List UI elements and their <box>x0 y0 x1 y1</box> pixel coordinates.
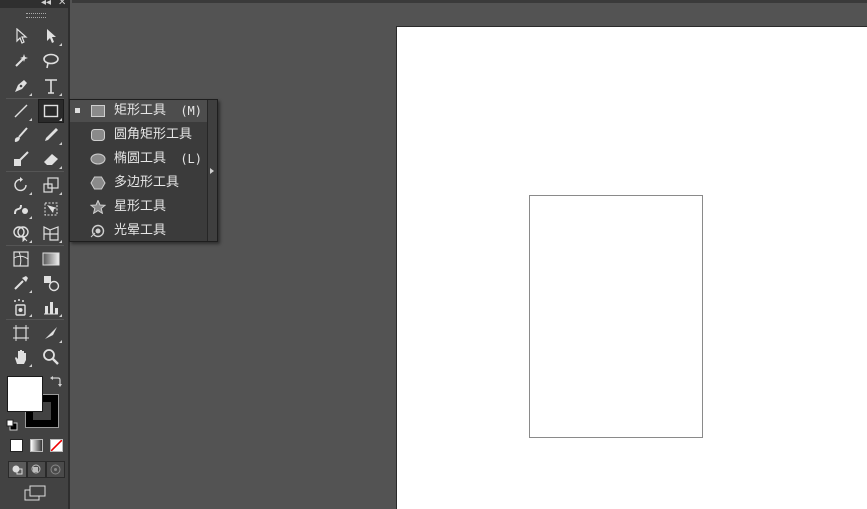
blob-brush-tool-icon[interactable] <box>9 148 33 170</box>
eraser-tool-icon[interactable] <box>39 148 63 170</box>
type-tool-icon[interactable] <box>39 75 63 97</box>
rotate-tool-icon[interactable] <box>9 174 33 196</box>
document-tab-strip <box>72 0 867 3</box>
shape-tools-flyout: 矩形工具 (M) 圆角矩形工具 椭圆工具 (L) 多边形工具 星形工具 光晕工具 <box>69 99 218 242</box>
flyout-tearoff-button[interactable] <box>207 100 217 241</box>
rectangle-shape[interactable] <box>529 195 703 438</box>
ellipse-icon <box>90 153 106 165</box>
mesh-tool-icon[interactable] <box>9 248 33 270</box>
flyout-item-label: 多边形工具 <box>114 175 180 190</box>
polygon-icon <box>90 176 106 190</box>
lasso-tool-icon[interactable] <box>39 50 63 72</box>
flare-icon <box>90 224 105 238</box>
warp-tool-icon[interactable] <box>9 198 33 220</box>
tools-panel-header: ◂◂ ✕ <box>0 0 68 8</box>
swap-fill-stroke-icon[interactable] <box>49 374 63 388</box>
flyout-item-polygon[interactable]: 多边形工具 <box>70 172 208 194</box>
flyout-item-flare[interactable]: 光晕工具 <box>70 220 208 242</box>
flyout-item-label: 椭圆工具 <box>114 151 167 166</box>
perspective-grid-tool-icon[interactable] <box>39 222 63 244</box>
flyout-item-rounded-rectangle[interactable]: 圆角矩形工具 <box>70 124 208 146</box>
flyout-item-shortcut: (M) <box>180 104 202 118</box>
column-graph-tool-icon[interactable] <box>39 296 63 318</box>
flyout-item-label: 光晕工具 <box>114 223 167 238</box>
rounded-rectangle-icon <box>91 129 105 141</box>
gradient-tool-icon[interactable] <box>39 248 63 270</box>
zoom-tool-icon[interactable] <box>39 346 63 368</box>
free-transform-tool-icon[interactable] <box>39 198 63 220</box>
pen-tool-icon[interactable] <box>9 75 33 97</box>
line-segment-tool-icon[interactable] <box>9 100 33 122</box>
flyout-item-rectangle[interactable]: 矩形工具 (M) <box>70 100 208 122</box>
paintbrush-tool-icon[interactable] <box>9 124 33 146</box>
flyout-item-shortcut: (L) <box>180 152 202 166</box>
star-icon <box>90 200 106 214</box>
close-panel-icon[interactable]: ✕ <box>58 0 66 9</box>
shape-builder-tool-icon[interactable] <box>9 222 33 244</box>
rectangle-icon <box>91 105 105 117</box>
scale-tool-icon[interactable] <box>39 174 63 196</box>
screen-mode-icon[interactable] <box>23 485 47 501</box>
selected-bullet-icon <box>75 108 80 113</box>
selection-tool-icon[interactable] <box>9 25 33 47</box>
tools-panel: ◂◂ ✕ <box>0 0 70 509</box>
pencil-tool-icon[interactable] <box>39 124 63 146</box>
eyedropper-tool-icon[interactable] <box>9 272 33 294</box>
panel-grip[interactable] <box>26 13 46 18</box>
rectangle-tool-icon[interactable] <box>38 99 64 123</box>
slice-tool-icon[interactable] <box>39 322 63 344</box>
gradient-mode-button[interactable] <box>30 439 43 452</box>
draw-behind-button[interactable] <box>27 461 46 478</box>
none-mode-button[interactable] <box>50 439 63 452</box>
flyout-item-ellipse[interactable]: 椭圆工具 (L) <box>70 148 208 170</box>
blend-tool-icon[interactable] <box>39 272 63 294</box>
draw-inside-button[interactable] <box>46 461 65 478</box>
artboard-tool-icon[interactable] <box>9 322 33 344</box>
flyout-item-label: 矩形工具 <box>114 103 167 118</box>
fill-color-swatch[interactable] <box>7 376 43 412</box>
hand-tool-icon[interactable] <box>9 346 33 368</box>
flyout-item-label: 星形工具 <box>114 199 167 214</box>
color-mode-button[interactable] <box>10 439 23 452</box>
draw-normal-button[interactable] <box>8 461 27 478</box>
direct-selection-tool-icon[interactable] <box>39 25 63 47</box>
flyout-item-star[interactable]: 星形工具 <box>70 196 208 218</box>
collapse-panel-icon[interactable]: ◂◂ <box>41 0 51 9</box>
default-fill-stroke-icon[interactable] <box>6 416 18 431</box>
flyout-item-label: 圆角矩形工具 <box>114 127 193 142</box>
symbol-sprayer-tool-icon[interactable] <box>9 296 33 318</box>
magic-wand-tool-icon[interactable] <box>9 50 33 72</box>
tearoff-arrow-icon <box>210 168 214 174</box>
